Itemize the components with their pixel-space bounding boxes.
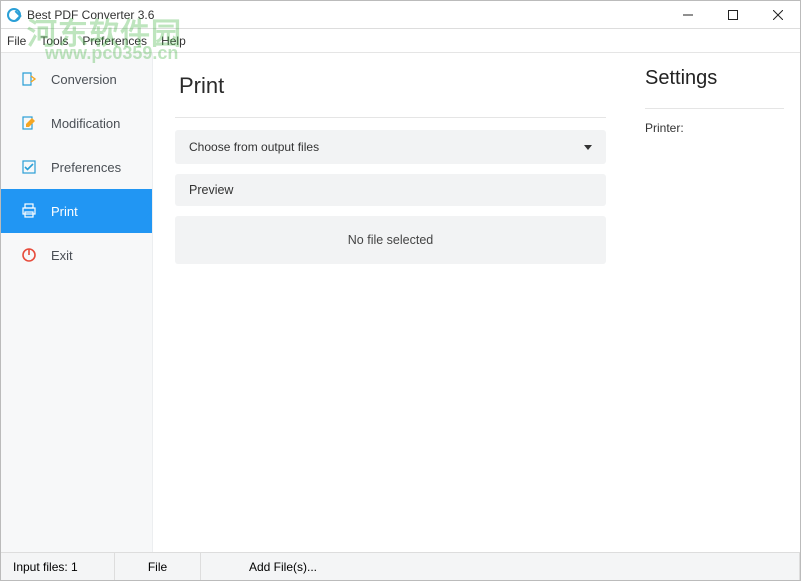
menu-preferences[interactable]: Preferences — [82, 34, 147, 48]
menubar: File Tools Preferences Help — [1, 29, 800, 53]
sidebar-item-label: Conversion — [51, 72, 117, 87]
main-panel: Print Choose from output files Preview N… — [153, 53, 628, 552]
sidebar-item-print[interactable]: Print — [1, 189, 152, 233]
preview-empty-text: No file selected — [348, 233, 433, 247]
statusbar: Input files: 1 File Add File(s)... — [1, 552, 800, 580]
workspace: Conversion Modification Preferences Prin… — [1, 53, 800, 552]
sidebar-item-conversion[interactable]: Conversion — [1, 57, 152, 101]
settings-title: Settings — [645, 67, 784, 109]
conversion-icon — [19, 71, 39, 87]
preview-label: Preview — [175, 174, 606, 206]
add-files-button[interactable]: Add File(s)... — [201, 553, 800, 580]
sidebar-item-label: Modification — [51, 116, 120, 131]
print-icon — [19, 203, 39, 219]
chevron-down-icon — [584, 145, 592, 150]
sidebar-item-label: Print — [51, 204, 78, 219]
app-icon — [7, 8, 21, 22]
sidebar: Conversion Modification Preferences Prin… — [1, 53, 153, 552]
window-title: Best PDF Converter 3.6 — [27, 8, 154, 22]
exit-icon — [19, 247, 39, 263]
minimize-button[interactable] — [665, 1, 710, 29]
settings-panel: Settings Printer: — [628, 53, 800, 552]
menu-help[interactable]: Help — [161, 34, 186, 48]
modification-icon — [19, 115, 39, 131]
sidebar-item-label: Exit — [51, 248, 73, 263]
sidebar-item-exit[interactable]: Exit — [1, 233, 152, 277]
titlebar: Best PDF Converter 3.6 — [1, 1, 800, 29]
menu-file[interactable]: File — [7, 34, 26, 48]
sidebar-item-preferences[interactable]: Preferences — [1, 145, 152, 189]
preview-area: No file selected — [175, 216, 606, 264]
dropdown-label: Choose from output files — [189, 140, 319, 154]
menu-tools[interactable]: Tools — [40, 34, 68, 48]
close-button[interactable] — [755, 1, 800, 29]
file-button[interactable]: File — [115, 553, 201, 580]
maximize-button[interactable] — [710, 1, 755, 29]
window-controls — [665, 1, 800, 29]
sidebar-item-modification[interactable]: Modification — [1, 101, 152, 145]
printer-label: Printer: — [645, 121, 784, 135]
sidebar-item-label: Preferences — [51, 160, 121, 175]
page-title: Print — [175, 67, 606, 118]
output-files-dropdown[interactable]: Choose from output files — [175, 130, 606, 164]
input-files-count: Input files: 1 — [1, 553, 115, 580]
preferences-icon — [19, 159, 39, 175]
